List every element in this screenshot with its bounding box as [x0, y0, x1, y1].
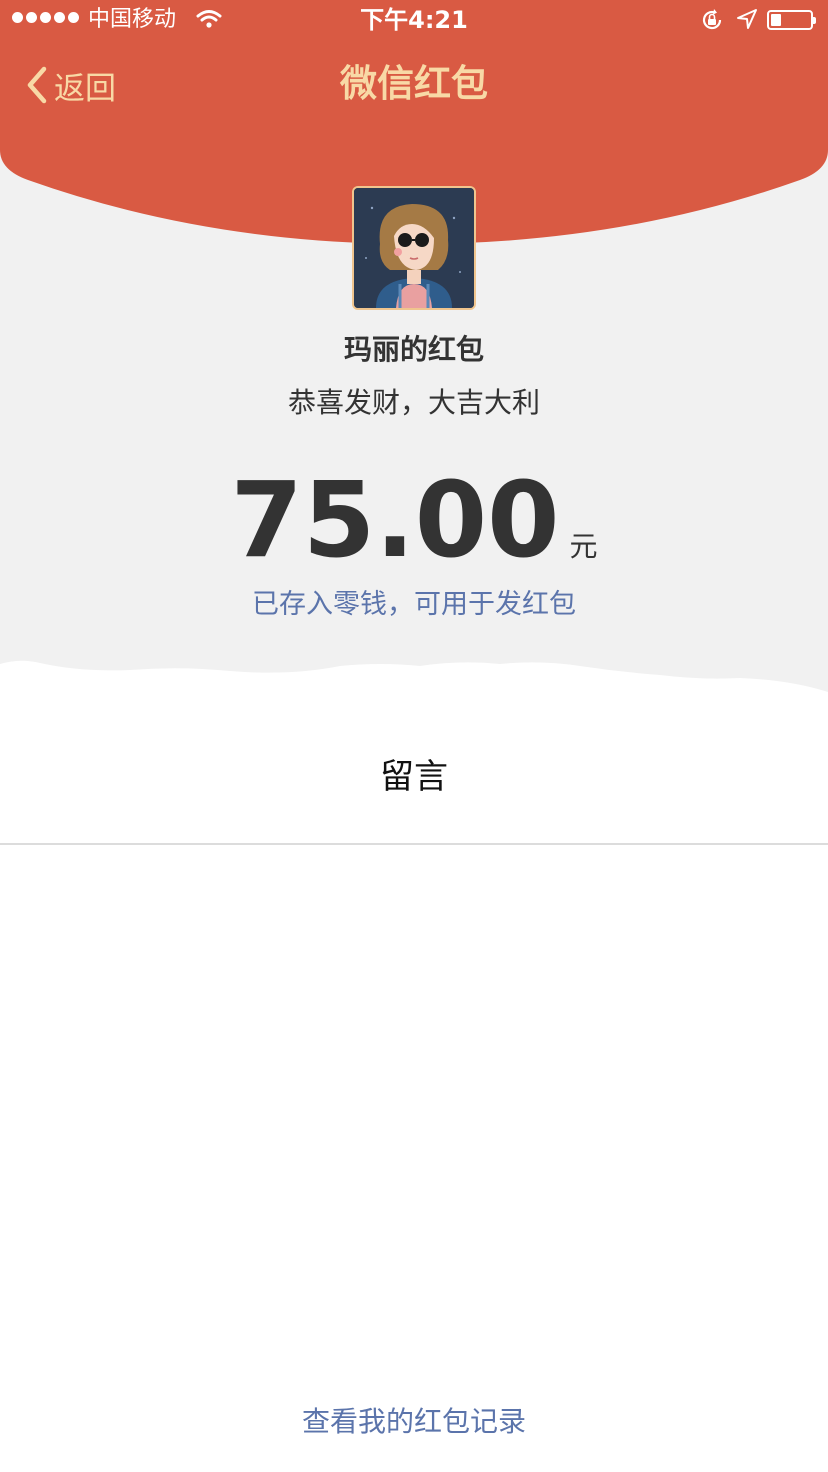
sender-title: 玛丽的红包 [343, 333, 484, 366]
avatar-illustration [354, 188, 474, 308]
battery-icon [767, 10, 816, 30]
location-icon [737, 9, 757, 29]
avatar[interactable] [352, 186, 476, 310]
message-heading: 留言 [380, 757, 448, 797]
page-title: 微信红包 [340, 62, 488, 105]
deposit-note-link[interactable]: 已存入零钱，可用于发红包 [0, 584, 828, 626]
torn-paper-edge [0, 660, 828, 720]
amount-value: 75.00 [230, 459, 560, 581]
rotation-lock-icon [702, 9, 722, 30]
view-history-link[interactable]: 查看我的红包记录 [0, 1400, 828, 1444]
status-bar: 中国移动 下午4:21 [0, 0, 828, 40]
amount-unit: 元 [569, 530, 598, 563]
amount-row: 75.00 元 [0, 462, 828, 578]
greeting-text: 恭喜发财，大吉大利 [287, 386, 540, 419]
divider [0, 843, 828, 845]
